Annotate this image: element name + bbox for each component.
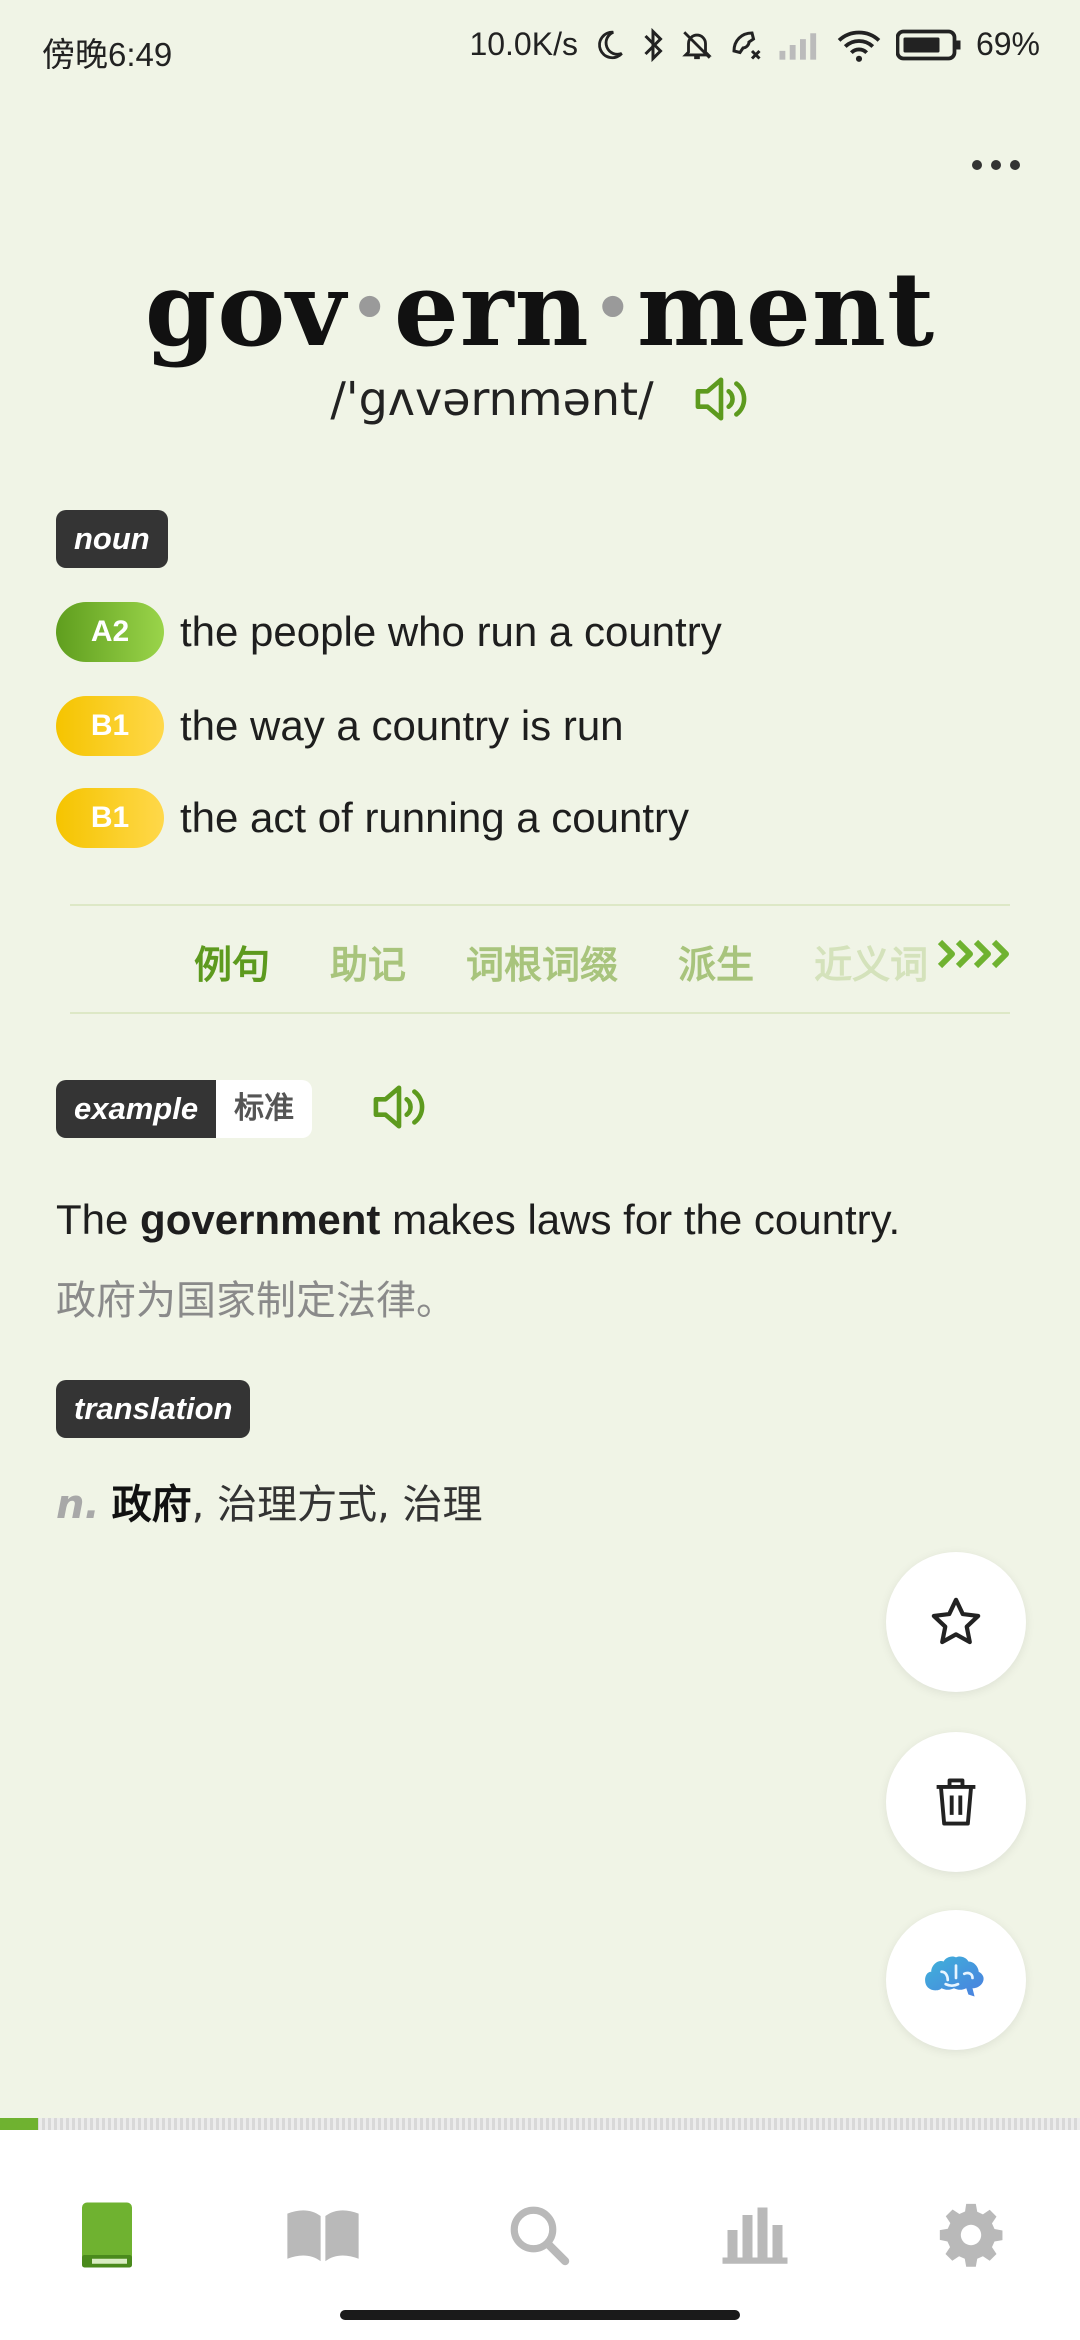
wifi-icon [837, 30, 881, 62]
search-icon [510, 2206, 570, 2266]
battery-icon [895, 29, 961, 60]
nav-reading[interactable] [268, 2180, 378, 2290]
syllable: gov [144, 250, 347, 370]
brain-icon [925, 1956, 984, 1997]
signal-icon [779, 32, 817, 60]
example-translation: 政府为国家制定法律。 [56, 1278, 456, 1324]
translation-main: 政府 [111, 1482, 192, 1528]
speaker-icon[interactable] [370, 1082, 428, 1132]
pronunciation-row: /'gʌvərnmənt/ [0, 372, 1080, 426]
translation-pos: n. [56, 1482, 100, 1528]
nav-settings[interactable] [916, 2180, 1026, 2290]
status-icons: 10.0K/s 69% [469, 26, 1040, 63]
tab-examples[interactable]: 例句 [194, 934, 270, 989]
example-prefix: The [56, 1196, 141, 1243]
translation-row: n. 政府, 治理方式, 治理 [56, 1472, 483, 1530]
book-icon [82, 2202, 132, 2268]
example-tag-sub: 标准 [216, 1080, 313, 1138]
section-tabs: 例句 助记 词根词缀 派生 近义词 [70, 904, 1010, 1014]
bottom-nav [0, 2130, 1080, 2340]
tab-roots-affixes[interactable]: 词根词缀 [466, 934, 618, 989]
example-sentence: The government makes laws for the countr… [56, 1196, 900, 1244]
net-speed: 10.0K/s [469, 26, 578, 62]
bar-chart-icon [722, 2207, 788, 2264]
level-badge: A2 [56, 602, 164, 662]
sense-text: the way a country is run [180, 702, 624, 749]
memory-button[interactable] [886, 1910, 1026, 2050]
example-tag-label: example [56, 1080, 217, 1138]
syllable: ern [393, 250, 590, 370]
sense-item[interactable]: B1 the way a country is run [56, 694, 624, 758]
battery-level: 69% [975, 26, 1040, 62]
bell-muted-icon [682, 30, 712, 59]
bluetooth-icon [644, 27, 663, 62]
translation-tag: translation [56, 1380, 251, 1438]
trash-icon [936, 1778, 976, 1826]
progress-fill [0, 2118, 38, 2130]
tab-list: 例句 助记 词根词缀 派生 近义词 [194, 934, 928, 989]
tab-derivatives[interactable]: 派生 [678, 934, 754, 989]
sense-item[interactable]: A2 the people who run a country [56, 600, 722, 664]
example-suffix: makes laws for the country. [380, 1196, 901, 1243]
delete-button[interactable] [886, 1732, 1026, 1872]
progress-bar [0, 2118, 1080, 2130]
tabs-scroll-arrow-icon[interactable] [936, 934, 1010, 974]
moon-icon [598, 30, 623, 59]
translation-rest: , 治理方式, 治理 [191, 1482, 483, 1528]
tab-mnemonic[interactable]: 助记 [330, 934, 406, 989]
syllable-dot: • [593, 274, 634, 344]
star-icon [931, 1597, 981, 1645]
nav-statistics[interactable] [700, 2180, 810, 2290]
sense-text: the people who run a country [180, 608, 722, 655]
example-keyword: government [140, 1196, 381, 1243]
sense-item[interactable]: B1 the act of running a country [56, 786, 689, 850]
status-bar: 傍晚6:49 10.0K/s 69% [0, 0, 1080, 96]
phonetic: /'gʌvərnmənt/ [330, 372, 654, 426]
nav-search[interactable] [484, 2180, 594, 2290]
level-badge: B1 [56, 696, 164, 756]
pos-tag: noun [56, 510, 168, 568]
sense-text: the act of running a country [180, 794, 689, 841]
example-tag[interactable]: example 标准 [56, 1080, 313, 1138]
syllable: ment [637, 250, 936, 370]
speaker-icon[interactable] [692, 374, 750, 424]
headword: gov•ern•ment [0, 250, 1080, 370]
nav-word-book[interactable] [52, 2180, 162, 2290]
home-indicator[interactable] [340, 2310, 740, 2320]
open-book-icon [287, 2210, 359, 2262]
syllable-dot: • [350, 274, 390, 344]
tab-synonyms[interactable]: 近义词 [814, 934, 928, 989]
more-dots-icon [972, 160, 1020, 170]
favorite-button[interactable] [886, 1552, 1026, 1692]
level-badge: B1 [56, 788, 164, 848]
status-time: 傍晚6:49 [42, 36, 173, 73]
call-icon [732, 30, 761, 60]
more-menu-button[interactable] [956, 140, 1036, 190]
gear-icon [939, 2203, 1003, 2267]
